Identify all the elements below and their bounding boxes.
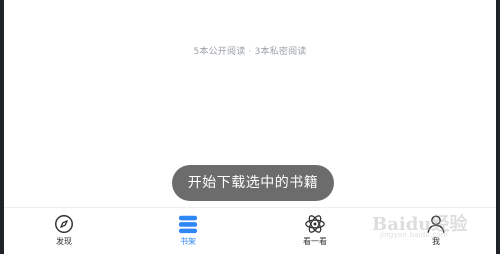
compass-icon — [55, 215, 73, 233]
atom-icon — [305, 215, 325, 233]
bottom-tab-bar: 发现 书架 看一看 我 Baidu经验 jingyan.baidu.com — [4, 207, 496, 254]
app-screen: 5本公开阅读 · 3本私密阅读 开始下载选中的书籍 发现 书架 看一看 我 Ba… — [4, 0, 496, 254]
tab-look-label: 看一看 — [303, 237, 327, 246]
tab-discover-label: 发现 — [56, 237, 72, 246]
baidu-jingyan-watermark: Baidu经验 jingyan.baidu.com — [372, 210, 484, 240]
tab-bookshelf[interactable]: 书架 — [163, 213, 213, 253]
watermark-url: jingyan.baidu.com — [380, 231, 448, 239]
tab-bookshelf-label: 书架 — [180, 237, 196, 246]
bookshelf-icon — [178, 215, 198, 234]
tab-discover[interactable]: 发现 — [39, 213, 89, 253]
tab-look[interactable]: 看一看 — [290, 213, 340, 253]
reading-summary: 5本公开阅读 · 3本私密阅读 — [193, 47, 307, 57]
download-toast: 开始下载选中的书籍 — [172, 165, 334, 201]
